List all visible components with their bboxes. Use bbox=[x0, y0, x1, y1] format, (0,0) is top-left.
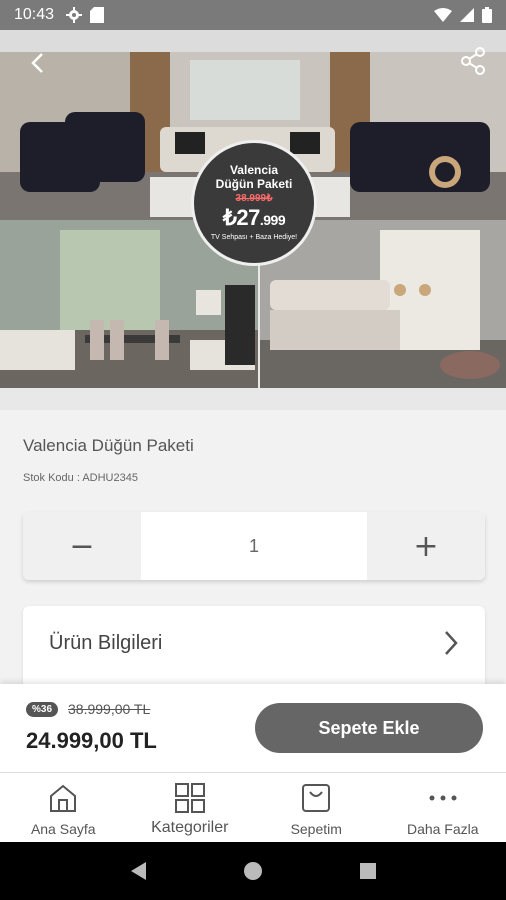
product-image-banner: Valencia Düğün Paketi 38.999₺ ₺27.999 TV… bbox=[0, 30, 506, 410]
increase-quantity-button[interactable]: + bbox=[367, 512, 485, 580]
product-info-row[interactable]: Ürün Bilgileri bbox=[23, 606, 485, 696]
image-top-strip bbox=[0, 30, 506, 52]
price-bar: %36 38.999,00 TL 24.999,00 TL Sepete Ekl… bbox=[0, 684, 506, 772]
nav-recents-button[interactable] bbox=[348, 851, 388, 891]
old-price: 38.999,00 TL bbox=[68, 701, 151, 717]
home-icon bbox=[50, 784, 77, 812]
nav-home-button[interactable] bbox=[233, 851, 273, 891]
square-recents-icon bbox=[360, 863, 377, 879]
tab-categories-label: Kategoriler bbox=[151, 819, 229, 836]
settings-gear-icon bbox=[66, 7, 83, 23]
promo-new-price-main: ₺27 bbox=[222, 205, 260, 230]
bag-icon bbox=[302, 784, 331, 812]
signal-icon bbox=[460, 8, 474, 22]
decrease-quantity-button[interactable]: − bbox=[23, 512, 141, 580]
battery-icon bbox=[482, 7, 492, 23]
promo-old-price: 38.999₺ bbox=[235, 193, 273, 204]
promo-badge: Valencia Düğün Paketi 38.999₺ ₺27.999 TV… bbox=[191, 140, 317, 266]
chevron-right-icon bbox=[445, 631, 458, 655]
stock-code: Stok Kodu : ADHU2345 bbox=[23, 472, 138, 484]
promo-gift-text: TV Sehpası + Baza Hediye! bbox=[210, 234, 298, 241]
back-button[interactable] bbox=[22, 48, 52, 78]
triangle-back-icon bbox=[130, 862, 146, 880]
discount-badge: %36 bbox=[26, 702, 59, 717]
chevron-left-icon bbox=[31, 53, 43, 73]
product-title: Valencia Düğün Paketi bbox=[23, 436, 194, 455]
quantity-stepper: − 1 + bbox=[23, 512, 485, 580]
circle-home-icon bbox=[243, 862, 262, 880]
tab-more-label: Daha Fazla bbox=[406, 821, 479, 837]
system-nav-bar bbox=[0, 842, 506, 900]
nav-back-button[interactable] bbox=[118, 851, 158, 891]
sd-card-icon bbox=[90, 7, 105, 23]
product-details: Valencia Düğün Paketi Stok Kodu : ADHU23… bbox=[0, 410, 506, 696]
quantity-value[interactable]: 1 bbox=[141, 512, 367, 580]
tab-more[interactable]: Daha Fazla bbox=[380, 773, 506, 842]
tab-cart-label: Sepetim bbox=[290, 821, 342, 837]
grid-icon bbox=[174, 783, 205, 813]
tab-cart[interactable]: Sepetim bbox=[253, 773, 380, 842]
wifi-icon bbox=[434, 8, 452, 22]
tab-home[interactable]: Ana Sayfa bbox=[0, 773, 127, 842]
promo-title-line1: Valencia bbox=[229, 163, 279, 177]
add-to-cart-button[interactable]: Sepete Ekle bbox=[255, 703, 483, 753]
status-bar: 10:43 bbox=[0, 0, 506, 30]
tab-home-label: Ana Sayfa bbox=[30, 821, 96, 837]
more-icon bbox=[429, 795, 457, 801]
product-info-label: Ürün Bilgileri bbox=[49, 632, 163, 654]
promo-new-price: ₺27.999 bbox=[194, 205, 314, 231]
share-icon[interactable] bbox=[458, 46, 488, 76]
tab-categories[interactable]: Kategoriler bbox=[127, 773, 254, 842]
promo-new-price-decimals: .999 bbox=[259, 212, 286, 228]
current-price: 24.999,00 TL bbox=[26, 728, 157, 753]
promo-title: Valencia Düğün Paketi bbox=[194, 163, 314, 191]
status-time: 10:43 bbox=[14, 6, 55, 23]
promo-title-line2: Düğün Paketi bbox=[215, 177, 293, 191]
bottom-tab-bar: Ana Sayfa Kategoriler Sepetim Daha Fazla bbox=[0, 772, 506, 842]
